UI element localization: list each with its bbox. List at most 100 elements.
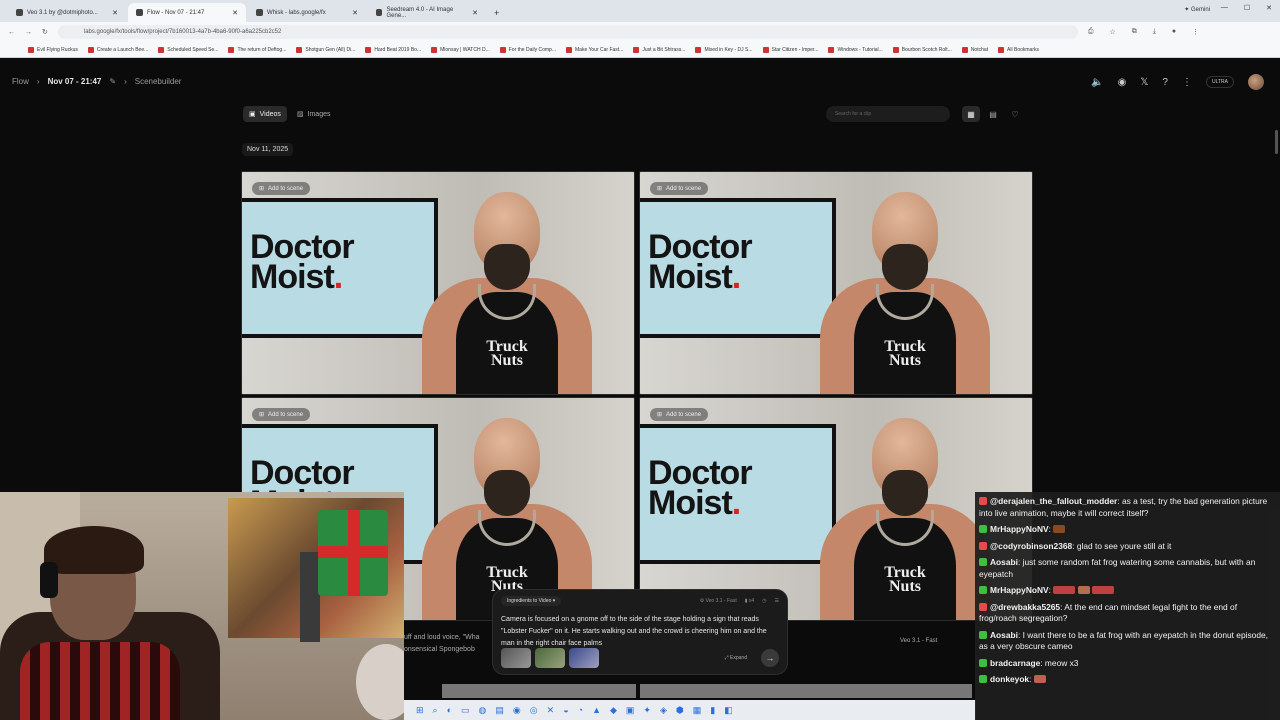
forward-icon[interactable]: →	[25, 29, 32, 36]
app-icon[interactable]: ◧	[724, 705, 733, 716]
search-input[interactable]: Search for a clip	[826, 106, 950, 122]
video-card[interactable]: DoctorMoist. TruckNuts ⊞Add to scene	[639, 397, 1033, 621]
app-icon[interactable]: ⬢	[676, 705, 684, 716]
close-icon[interactable]: ✕	[352, 9, 358, 17]
steam-icon[interactable]: ◍	[479, 705, 487, 716]
x-logo-icon[interactable]: 𝕏	[1140, 77, 1148, 88]
bookmark[interactable]: For the Daily Comp...	[499, 46, 556, 53]
maximize-icon[interactable]: ☐	[1244, 4, 1250, 12]
discord-icon[interactable]: ◉	[1118, 77, 1127, 88]
scenebuilder-link[interactable]: Scenebuilder	[135, 77, 182, 86]
url-field[interactable]: labs.google/fx/tools/flow/project/7b1600…	[57, 25, 1078, 39]
help-icon[interactable]: ?	[1162, 77, 1168, 88]
windows-start-icon[interactable]: ⊞	[416, 705, 424, 716]
ingredient-thumbnail[interactable]	[501, 648, 531, 668]
reload-icon[interactable]: ↻	[42, 28, 48, 36]
edge-icon[interactable]: ◐	[447, 705, 452, 715]
expand-button[interactable]: ⤢ Expand	[725, 655, 747, 661]
list-view-icon[interactable]: ▤	[984, 106, 1002, 122]
ingredient-thumbnail[interactable]	[535, 648, 565, 668]
bookmark[interactable]: Bourbon Scotch Rolt...	[892, 46, 952, 53]
back-icon[interactable]: ←	[8, 29, 15, 36]
store-icon[interactable]: ▤	[495, 705, 504, 716]
spotify-icon[interactable]: ◉	[513, 705, 521, 716]
scrollbar[interactable]	[1275, 130, 1278, 154]
breadcrumb-root[interactable]: Flow	[12, 77, 29, 86]
bookmark-icon	[228, 46, 235, 53]
minimize-icon[interactable]: —	[1221, 4, 1228, 12]
terminal-icon[interactable]: ▮	[710, 705, 715, 716]
new-tab-button[interactable]: +	[488, 8, 505, 22]
install-icon[interactable]: ⎙	[1088, 28, 1094, 36]
speaker-icon[interactable]: 🔈	[1091, 77, 1103, 88]
model-selector[interactable]: ⚙ Veo 3.1 - Fast	[700, 598, 737, 604]
send-button[interactable]: →	[761, 649, 779, 667]
add-to-scene-button[interactable]: ⊞ Add to scene	[252, 408, 311, 421]
edit-pencil-icon[interactable]: ✎	[109, 77, 116, 86]
more-icon[interactable]: ⋮	[1182, 77, 1192, 88]
video-card[interactable]: DoctorMoist. TruckNuts ⊞Add to scene	[241, 171, 635, 395]
discord-icon[interactable]: ◎	[530, 705, 538, 716]
bookmark[interactable]: All Bookmarks	[998, 46, 1039, 53]
search-icon[interactable]: ⌕	[433, 705, 438, 716]
tank-top-print: Truck Nuts	[462, 339, 552, 369]
add-to-scene-button[interactable]: ⊞ Add to scene	[252, 182, 311, 195]
xbox-icon[interactable]: ✕	[547, 705, 555, 716]
app-icon[interactable]: ▣	[626, 705, 635, 716]
browser-tab-active[interactable]: Flow - Nov 07 - 21:47 ✕	[128, 3, 246, 22]
bookmark[interactable]: Hard Beat 2019 Bo...	[365, 46, 421, 53]
webcam-overlay	[0, 492, 404, 720]
app-icon[interactable]: ▦	[693, 705, 702, 716]
bookmark[interactable]: Make Your Car Fast...	[566, 46, 623, 53]
bookmark[interactable]: Just a Bit Shtrass...	[633, 46, 685, 53]
app-icon[interactable]: ✦	[643, 705, 651, 716]
video-thumbnail[interactable]	[640, 684, 972, 698]
menu-icon[interactable]: ⋮	[1192, 28, 1199, 36]
bookmark[interactable]: Mixed in Key - DJ S...	[695, 46, 753, 53]
download-icon[interactable]: ⤓	[1153, 28, 1156, 36]
settings-icon[interactable]: ☰	[775, 598, 779, 604]
grid-view-icon[interactable]: ▦	[962, 106, 980, 122]
app-icon[interactable]: ▲	[592, 705, 601, 715]
video-thumbnail[interactable]	[442, 684, 636, 698]
mode-dropdown[interactable]: Ingredients to Video ▾	[501, 596, 562, 606]
prompt-input[interactable]: Camera is focused on a gnome off to the …	[501, 614, 779, 650]
close-icon[interactable]: ✕	[112, 9, 118, 17]
gemini-button[interactable]: ✦ Gemini	[1184, 6, 1210, 13]
profile-icon[interactable]: ●	[1172, 28, 1176, 36]
bookmark[interactable]: Star Citizen - Imper...	[762, 46, 818, 53]
tab-videos[interactable]: ▣ Videos	[243, 106, 287, 122]
chrome-icon[interactable]: ◔	[578, 705, 583, 715]
file-explorer-icon[interactable]: ▭	[461, 705, 470, 716]
browser-tab[interactable]: Seedream 4.0 - AI Image Gene... ✕	[368, 3, 486, 22]
browser-tab[interactable]: Whisk - labs.google/fx ✕	[248, 3, 366, 22]
video-card[interactable]: DoctorMoist. TruckNuts ⊞Add to scene	[639, 171, 1033, 395]
ingredient-thumbnail[interactable]	[569, 648, 599, 668]
bookmark[interactable]: Shotgun Gen (All) Di...	[296, 46, 355, 53]
favorites-icon[interactable]: ♡	[1006, 106, 1024, 122]
bookmark[interactable]: Create a Launch Bee...	[87, 46, 148, 53]
close-icon[interactable]: ✕	[232, 9, 238, 17]
tab-images[interactable]: ▨ Images	[291, 106, 337, 122]
obs-icon[interactable]: ◒	[563, 705, 568, 715]
app-icon[interactable]: ◆	[610, 705, 617, 716]
bookmark[interactable]: Scheduled Speed Se...	[158, 46, 218, 53]
video-subject: Truck Nuts	[412, 192, 602, 394]
project-title[interactable]: Nov 07 - 21:47	[48, 77, 102, 86]
app-icon[interactable]: ◈	[660, 705, 667, 716]
output-count[interactable]: ▮ x4	[745, 598, 754, 604]
bookmark[interactable]: Evil Flying Ruckus	[28, 46, 78, 53]
star-icon[interactable]: ☆	[1109, 28, 1115, 36]
bookmark[interactable]: Notchat	[961, 46, 988, 53]
bookmark[interactable]: Windows - Tutorial...	[828, 46, 883, 53]
browser-tab[interactable]: Veo 3.1 by @dotmiphoto... ✕	[8, 3, 126, 22]
bookmark[interactable]: The return of Deftog...	[228, 46, 286, 53]
history-icon[interactable]: ◷	[762, 598, 766, 604]
bookmark[interactable]: Mlonsay | WATCH D...	[431, 46, 490, 53]
add-to-scene-button[interactable]: ⊞ Add to scene	[650, 408, 709, 421]
extensions-icon[interactable]: ⧉	[1132, 28, 1137, 36]
close-window-icon[interactable]: ✕	[1266, 4, 1272, 12]
close-icon[interactable]: ✕	[472, 9, 478, 17]
add-to-scene-button[interactable]: ⊞ Add to scene	[650, 182, 709, 195]
avatar[interactable]	[1248, 74, 1264, 90]
